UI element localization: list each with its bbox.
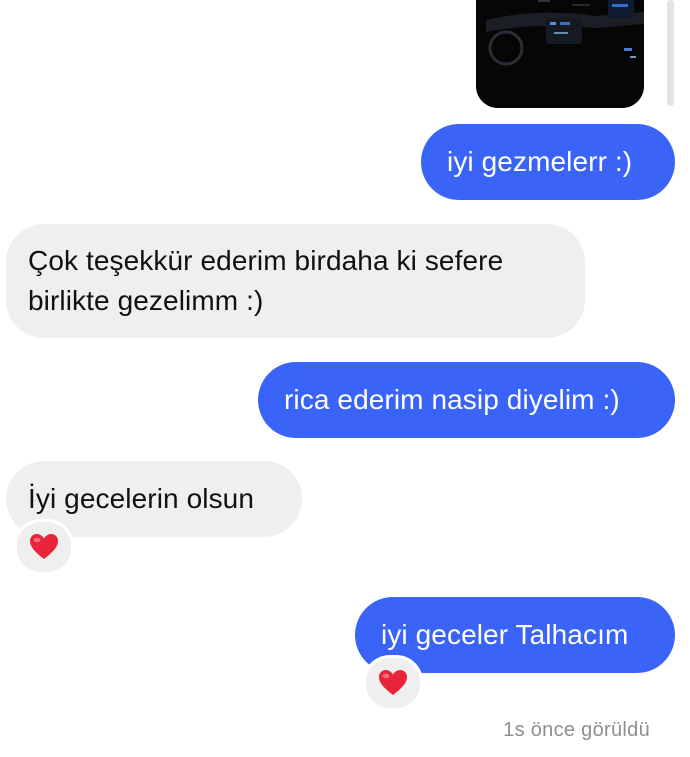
message-bubble-outgoing[interactable]: rica ederim nasip diyelim :) xyxy=(258,362,675,438)
heart-emoji-icon xyxy=(379,670,407,695)
message-text: İyi gecelerin olsun xyxy=(28,483,255,514)
message-text: Çok teşekkür ederim birdaha ki sefere bi… xyxy=(28,245,504,316)
chat-thread: iyi gezmelerr :) Çok teşekkür ederim bir… xyxy=(0,0,690,757)
scrollbar[interactable] xyxy=(667,0,674,106)
message-text: iyi geceler Talhacım xyxy=(381,619,629,650)
message-text: iyi gezmelerr :) xyxy=(447,146,633,177)
seen-status: 1s önce görüldü xyxy=(503,719,650,741)
message-text: rica ederim nasip diyelim :) xyxy=(284,384,620,415)
heart-reaction[interactable] xyxy=(363,655,423,711)
sent-photo[interactable] xyxy=(476,0,644,108)
heart-reaction[interactable] xyxy=(14,519,74,575)
heart-emoji-icon xyxy=(30,534,58,559)
message-bubble-incoming[interactable]: Çok teşekkür ederim birdaha ki sefere bi… xyxy=(6,224,585,338)
message-bubble-outgoing[interactable]: iyi gezmelerr :) xyxy=(421,124,675,200)
